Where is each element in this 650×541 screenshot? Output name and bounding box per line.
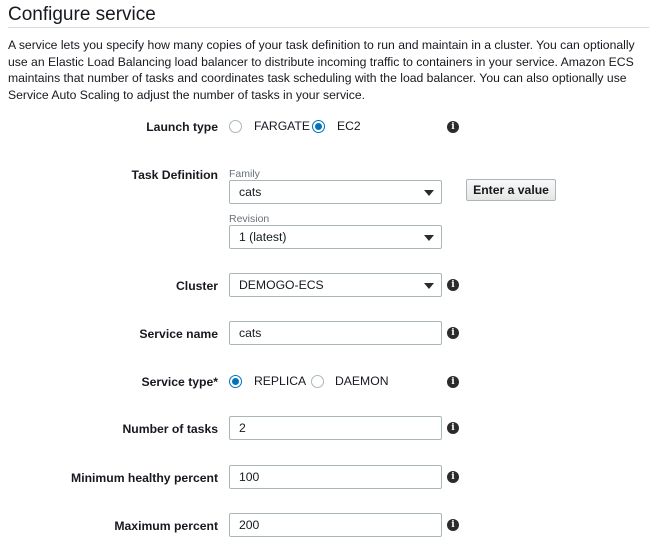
info-icon[interactable]: i [447, 327, 459, 339]
info-icon[interactable]: i [447, 121, 459, 133]
cluster-label: Cluster [176, 279, 218, 293]
page-title: Configure service [8, 4, 156, 25]
revision-label: Revision [229, 213, 270, 225]
service-name-label: Service name [139, 327, 218, 341]
family-label: Family [229, 168, 260, 180]
maximum-percent-label: Maximum percent [114, 519, 218, 533]
number-of-tasks-input[interactable] [229, 416, 442, 440]
service-name-input[interactable] [229, 321, 442, 345]
launch-type-label: Launch type [146, 120, 218, 134]
family-select[interactable]: cats [229, 180, 442, 204]
maximum-percent-input[interactable] [229, 513, 442, 537]
launch-type-fargate-radio[interactable] [229, 120, 242, 133]
revision-select[interactable]: 1 (latest) [229, 225, 442, 249]
minimum-healthy-percent-input[interactable] [229, 465, 442, 489]
info-icon[interactable]: i [447, 422, 459, 434]
launch-type-ec2-radio[interactable] [312, 120, 325, 133]
service-type-replica-label[interactable]: REPLICA [254, 374, 306, 388]
minimum-healthy-percent-label: Minimum healthy percent [71, 471, 218, 485]
info-icon[interactable]: i [447, 471, 459, 483]
info-icon[interactable]: i [447, 376, 459, 388]
chevron-down-icon [424, 283, 434, 289]
service-type-daemon-label[interactable]: DAEMON [335, 374, 389, 388]
revision-value: 1 (latest) [239, 230, 287, 244]
info-icon[interactable]: i [447, 519, 459, 531]
enter-a-value-button[interactable]: Enter a value [466, 179, 556, 201]
chevron-down-icon [424, 235, 434, 241]
number-of-tasks-label: Number of tasks [122, 422, 219, 436]
launch-type-ec2-label[interactable]: EC2 [337, 119, 361, 133]
cluster-select[interactable]: DEMOGO-ECS [229, 273, 442, 297]
service-type-daemon-radio[interactable] [311, 375, 324, 388]
family-value: cats [239, 185, 262, 199]
page-description: A service lets you specify how many copi… [8, 38, 635, 102]
service-type-label: Service type* [141, 375, 218, 389]
cluster-value: DEMOGO-ECS [239, 278, 324, 292]
chevron-down-icon [424, 190, 434, 196]
title-divider [8, 27, 649, 28]
launch-type-fargate-label[interactable]: FARGATE [254, 119, 310, 133]
task-definition-label: Task Definition [131, 168, 218, 182]
info-icon[interactable]: i [447, 279, 459, 291]
service-type-replica-radio[interactable] [229, 375, 242, 388]
